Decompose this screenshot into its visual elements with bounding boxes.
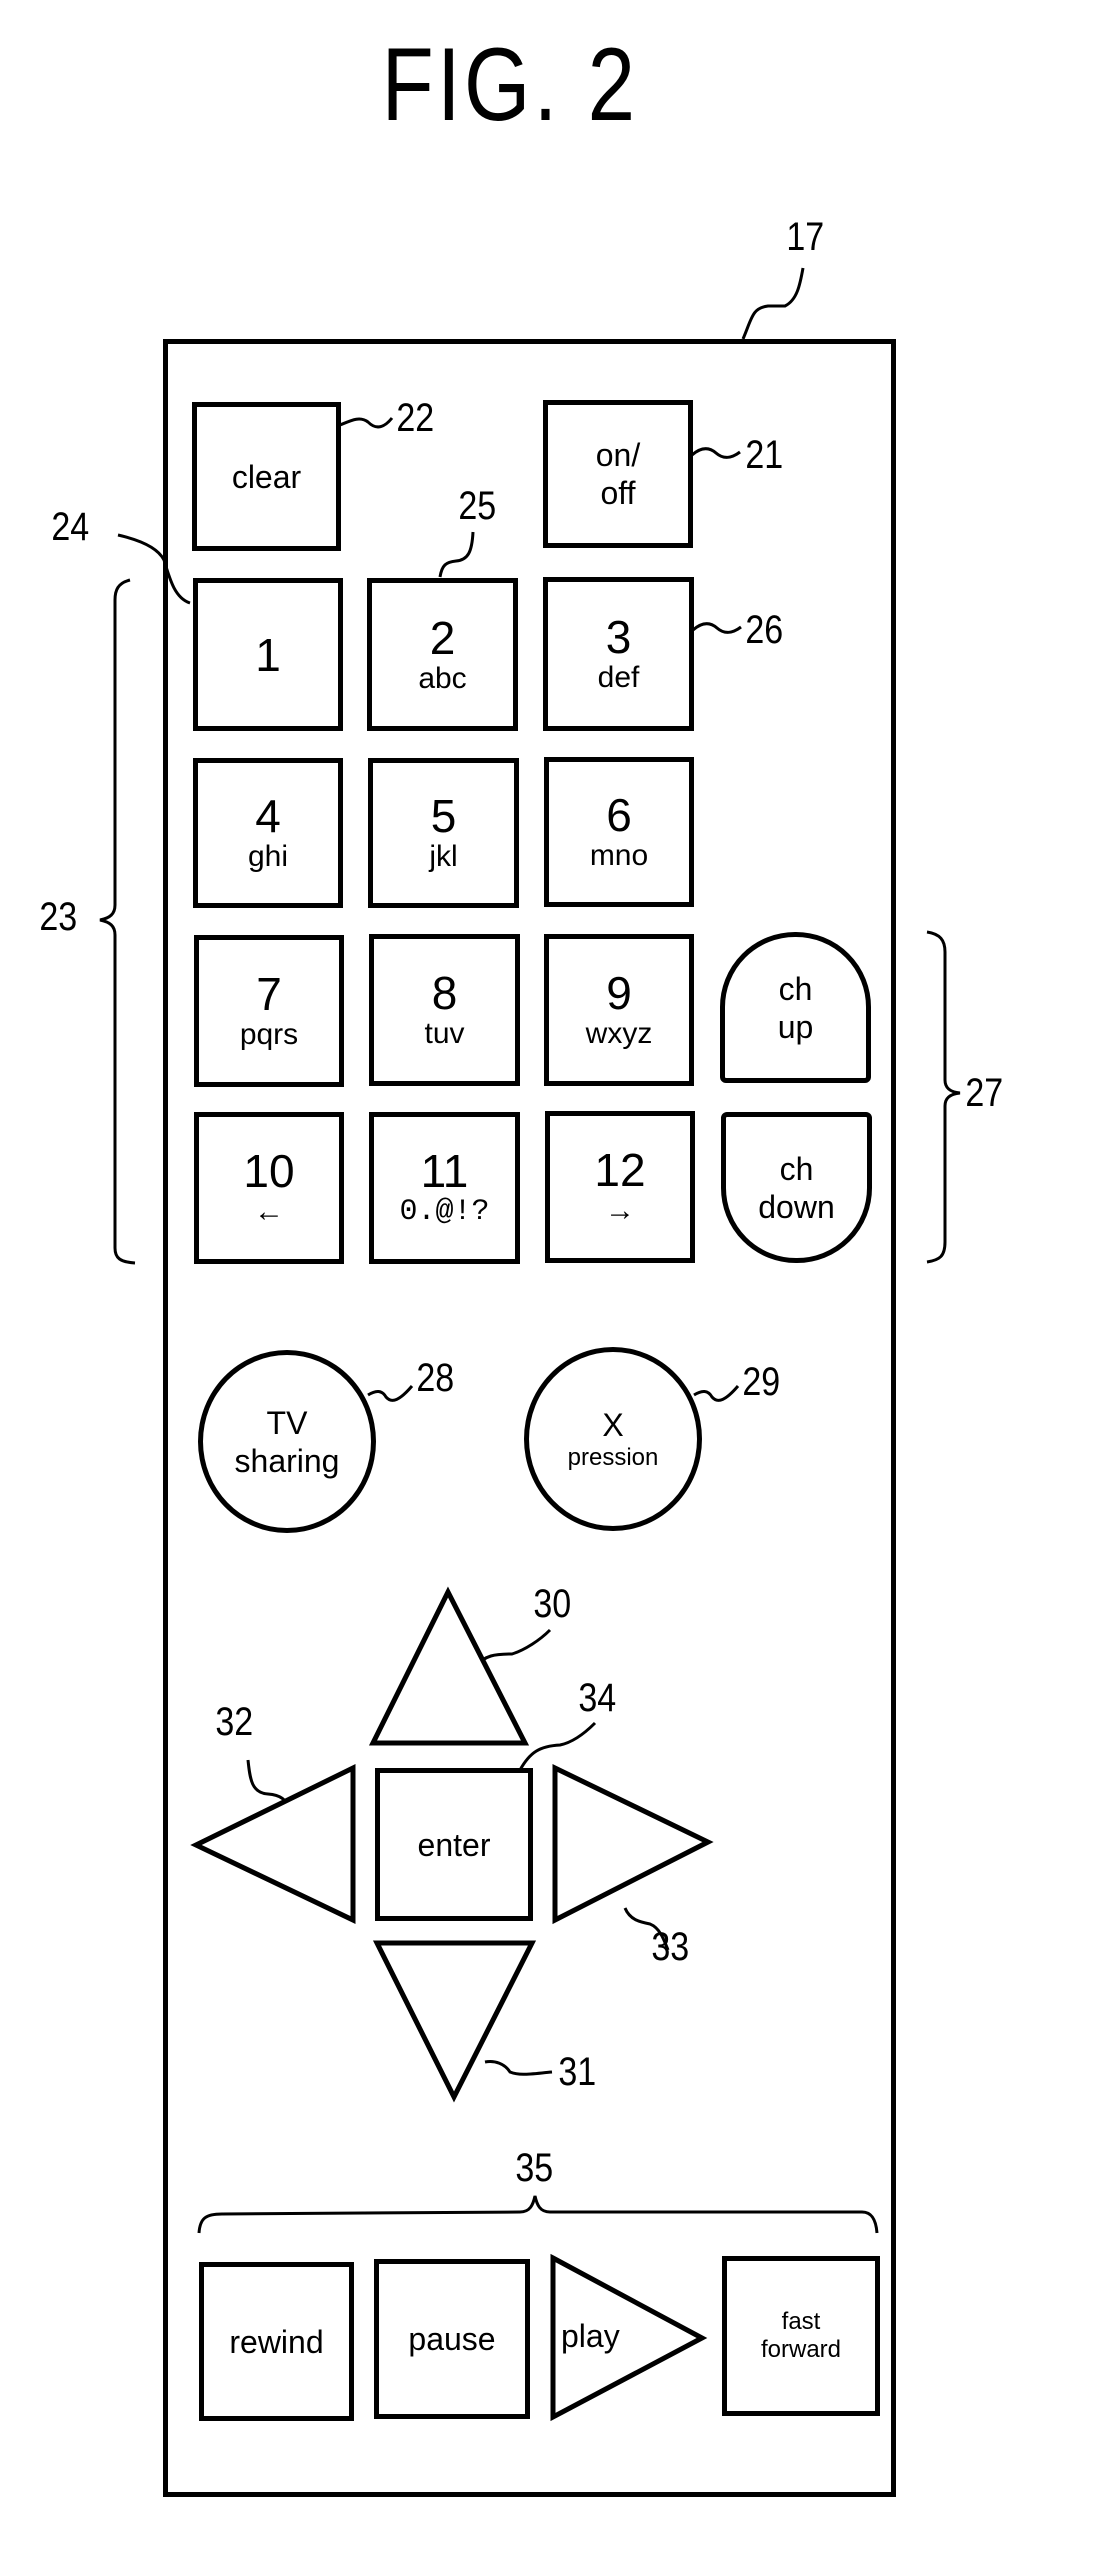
key-sub-label: jkl (429, 840, 458, 873)
ref-26: 26 (745, 608, 784, 652)
clear-label: clear (231, 458, 302, 495)
key-2[interactable]: 2 abc (367, 578, 518, 731)
ref-22: 22 (396, 396, 435, 440)
key-main-label: 4 (255, 790, 281, 842)
tv-sharing-line2: sharing (234, 1442, 340, 1479)
key-6[interactable]: 6 mno (544, 757, 694, 907)
channel-down-line2: down (758, 1188, 835, 1225)
ref-21: 21 (745, 433, 784, 477)
key-12[interactable]: 12 → (545, 1111, 695, 1263)
ref-17: 17 (786, 215, 825, 259)
key-3[interactable]: 3 def (543, 577, 694, 731)
ref-30: 30 (533, 1582, 572, 1626)
ref-25: 25 (458, 484, 497, 528)
xpression-line1: X (602, 1407, 624, 1443)
brace-23 (99, 578, 136, 1265)
fast-forward-line2: forward (760, 2336, 842, 2363)
key-8[interactable]: 8 tuv (369, 934, 520, 1086)
dpad-right-button[interactable] (555, 1768, 708, 1920)
key-main-label: 8 (431, 967, 458, 1019)
key-sub-label: wxyz (585, 1017, 653, 1050)
dpad-up-button[interactable] (373, 1592, 525, 1743)
xpression-line2: pression (567, 1444, 659, 1471)
ref-32: 32 (215, 1700, 254, 1744)
left-arrow-icon: ← (254, 1195, 284, 1228)
channel-up-button[interactable]: ch up (720, 932, 871, 1083)
key-main-label: 1 (255, 628, 281, 681)
key-main-label: 5 (430, 790, 457, 842)
ref-33: 33 (651, 1925, 690, 1969)
rewind-button[interactable]: rewind (199, 2262, 354, 2421)
key-sub-label: mno (589, 839, 649, 872)
power-label-line2: off (600, 475, 636, 511)
dpad-left-button[interactable] (196, 1768, 353, 1920)
ref-24: 24 (51, 505, 90, 549)
key-main-label: 9 (606, 967, 632, 1019)
ref-35: 35 (515, 2146, 554, 2190)
key-1[interactable]: 1 (193, 578, 343, 731)
key-main-label: 10 (243, 1145, 295, 1197)
ref-29: 29 (742, 1360, 781, 1404)
key-9[interactable]: 9 wxyz (544, 934, 694, 1086)
key-main-label: 11 (420, 1145, 469, 1197)
key-sub-label: 0.@!? (399, 1195, 490, 1229)
key-sub-label: abc (418, 661, 467, 695)
pause-label: pause (408, 2321, 496, 2357)
ref-31: 31 (558, 2050, 597, 2094)
xpression-button[interactable]: X pression (524, 1347, 702, 1531)
ref-34: 34 (578, 1676, 617, 1720)
key-4[interactable]: 4 ghi (193, 758, 343, 908)
leader-17 (741, 267, 805, 340)
channel-down-button[interactable]: ch down (721, 1112, 872, 1263)
play-button[interactable]: play (553, 2258, 703, 2418)
channel-down-line1: ch (779, 1150, 814, 1187)
fast-forward-line1: fast (781, 2308, 821, 2335)
enter-button[interactable]: enter (375, 1768, 533, 1921)
right-arrow-icon: → (605, 1194, 635, 1227)
power-button[interactable]: on/ off (543, 400, 693, 548)
key-sub-label: pqrs (239, 1018, 299, 1051)
key-main-label: 6 (606, 789, 632, 841)
rewind-label: rewind (229, 2323, 324, 2360)
key-main-label: 3 (605, 611, 632, 663)
channel-up-line1: ch (778, 970, 813, 1007)
key-7[interactable]: 7 pqrs (194, 935, 344, 1087)
tv-sharing-button[interactable]: TV sharing (198, 1350, 376, 1533)
pause-button[interactable]: pause (374, 2259, 530, 2419)
brace-27 (926, 930, 961, 1264)
key-main-label: 2 (429, 611, 456, 664)
ref-27: 27 (965, 1071, 1004, 1115)
power-label-line1: on/ (595, 437, 641, 473)
key-sub-label: tuv (424, 1017, 465, 1050)
key-5[interactable]: 5 jkl (368, 758, 519, 908)
channel-up-line2: up (777, 1008, 814, 1045)
key-sub-label: def (597, 661, 640, 694)
key-11[interactable]: 11 0.@!? (369, 1112, 520, 1264)
key-10[interactable]: 10 ← (194, 1112, 344, 1264)
enter-label: enter (417, 1826, 491, 1863)
fast-forward-button[interactable]: fast forward (722, 2256, 880, 2416)
dpad-down-button[interactable] (377, 1943, 532, 2097)
key-main-label: 7 (256, 968, 282, 1020)
ref-23: 23 (39, 895, 78, 939)
tv-sharing-line1: TV (266, 1404, 308, 1441)
play-label: play (561, 2318, 620, 2354)
key-main-label: 12 (594, 1144, 646, 1196)
ref-28: 28 (416, 1356, 455, 1400)
clear-button[interactable]: clear (192, 402, 341, 551)
key-sub-label: ghi (247, 840, 289, 873)
figure-title: FIG. 2 (381, 27, 639, 143)
